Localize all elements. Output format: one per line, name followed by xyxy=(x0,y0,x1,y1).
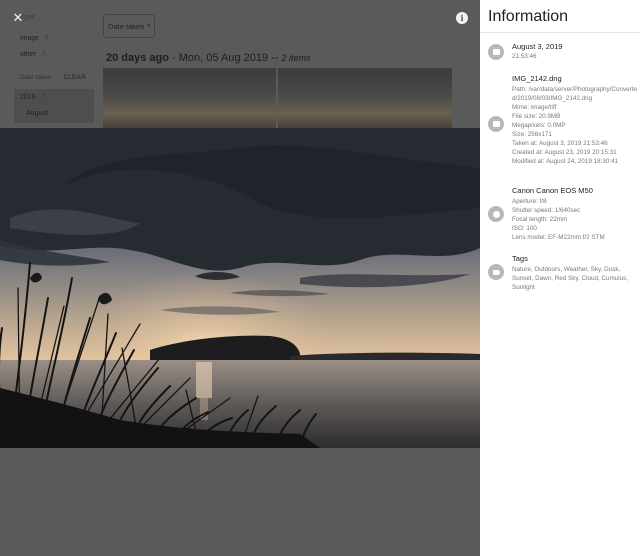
filter-type-other[interactable]: other 2 xyxy=(14,46,98,62)
info-panel: Information August 3, 2019 21:53:46 IMG_… xyxy=(480,0,640,556)
file-megapixels: Megapixels: 0.0MP xyxy=(512,122,566,129)
calendar-icon xyxy=(488,44,504,60)
camera-lens-model: Lens model: EF-M22mm f/2 STM xyxy=(512,234,605,241)
camera-iso: ISO: 100 xyxy=(512,225,537,232)
tags-heading: Tags xyxy=(512,254,528,263)
date-filter-heading: Date taken xyxy=(20,74,52,81)
file-taken-at: Taken at: August 3, 2019 21:53:46 xyxy=(512,140,608,147)
group-full-date: - Mon, 05 Aug 2019 -- xyxy=(168,52,282,64)
filter-type-image[interactable]: image 3 xyxy=(14,30,98,46)
file-modified-at: Modified at: August 24, 2019 18:30:41 xyxy=(512,158,619,165)
file-size: File size: 20.9MB xyxy=(512,113,561,120)
date-month-item[interactable]: August 3 xyxy=(14,105,94,121)
filter-sidebar: Type image 3 other 2 Date taken CLEAR 20… xyxy=(14,14,98,123)
file-name: IMG_2142.dng xyxy=(512,74,562,83)
lightbox-photo xyxy=(0,128,480,448)
camera-aperture: Aperture: f/8 xyxy=(512,198,547,205)
file-created-at: Created at: August 23, 2019 20:15:31 xyxy=(512,149,617,156)
date-year-count: 5 xyxy=(41,94,45,100)
sort-label: Date taken xyxy=(108,21,145,31)
camera-shutter-speed: Shutter speed: 1/640sec xyxy=(512,207,581,214)
taken-time: 21:53:46 xyxy=(512,53,537,60)
date-group-title: 20 days ago - Mon, 05 Aug 2019 -- 2 item… xyxy=(106,52,311,64)
date-year-item[interactable]: 2019 5 xyxy=(14,89,94,105)
camera-icon xyxy=(488,206,504,222)
date-year-label: 2019 xyxy=(20,93,36,101)
file-mime: Mime: image/tiff xyxy=(512,104,557,111)
date-filter-header: Date taken CLEAR xyxy=(14,74,98,81)
filter-type-count: 2 xyxy=(41,51,46,57)
camera-focal-length: Focal length: 22mm xyxy=(512,216,568,223)
file-dimensions: Size: 256x171 xyxy=(512,131,552,138)
date-month-label: August xyxy=(26,109,48,117)
info-icon[interactable]: i xyxy=(456,12,468,24)
filter-type-label: other xyxy=(20,50,36,58)
filter-type-count: 3 xyxy=(45,35,49,41)
type-filter-heading: Type xyxy=(20,14,36,21)
date-tree: 2019 5 August 3 xyxy=(14,89,94,123)
group-item-count: 2 items xyxy=(281,53,311,63)
group-relative-date: 20 days ago xyxy=(106,52,169,64)
tag-icon xyxy=(488,264,504,280)
file-path: Path: /var/data/server/Photography/Conve… xyxy=(512,86,637,102)
sunset-lake-photo xyxy=(0,128,480,448)
chevron-down-icon: ▾ xyxy=(147,23,150,29)
camera-model: Canon Canon EOS M50 xyxy=(512,186,593,195)
taken-date: August 3, 2019 xyxy=(512,42,563,51)
panel-divider xyxy=(480,32,640,33)
close-icon[interactable]: ✕ xyxy=(10,10,26,26)
filter-type-label: image xyxy=(20,34,40,42)
image-file-icon xyxy=(488,116,504,132)
sort-dropdown[interactable]: Date taken ▾ xyxy=(103,14,155,38)
clear-date-filter-button[interactable]: CLEAR xyxy=(63,74,86,81)
tags-list: Nature, Outdoors, Weather, Sky, Dusk, Su… xyxy=(512,266,629,291)
info-panel-title: Information xyxy=(488,8,569,25)
date-month-count: 3 xyxy=(53,110,58,116)
